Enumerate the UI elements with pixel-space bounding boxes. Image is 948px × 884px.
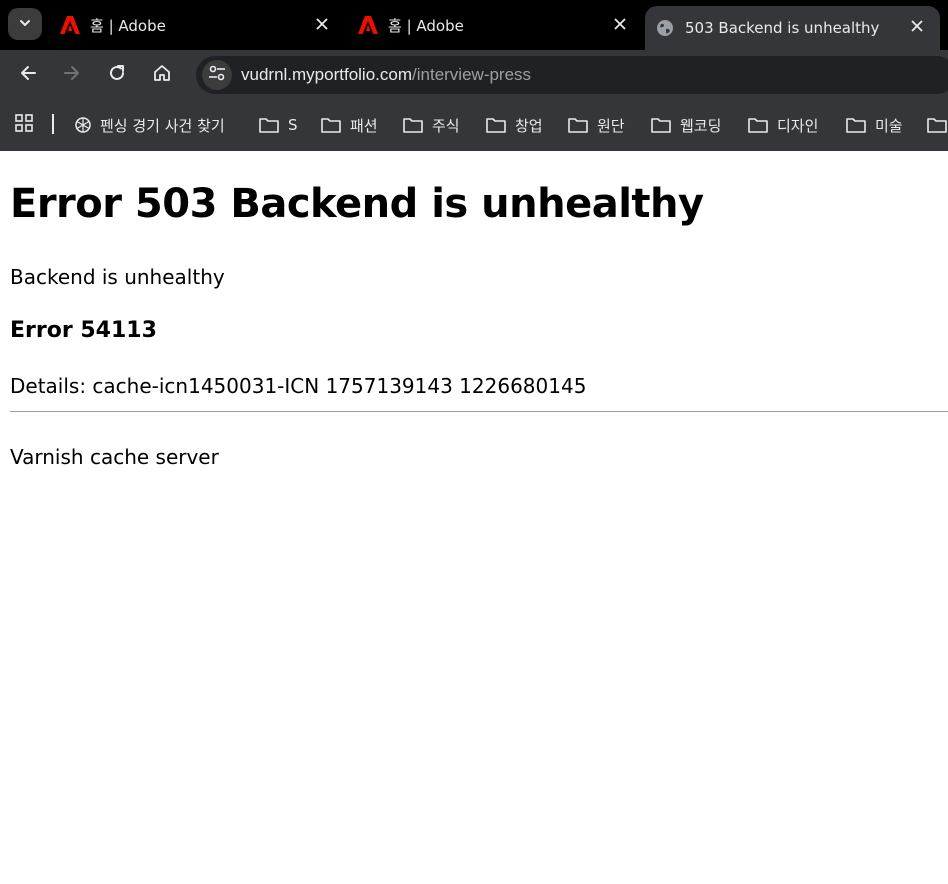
tab-adobe-2[interactable]: 홈 | Adobe: [348, 0, 643, 50]
folder-icon: [402, 116, 424, 134]
url-host: vudrnl.myportfolio.com: [241, 65, 413, 84]
error-details: Details: cache-icn1450031-ICN 1757139143…: [10, 374, 587, 398]
bookmark-folder[interactable]: 창업: [485, 113, 543, 137]
arrow-left-icon: [19, 64, 37, 86]
address-bar[interactable]: vudrnl.myportfolio.com/interview-press: [196, 56, 948, 94]
bookmarks-bar: 펜싱 경기 사건 찾기 S 패션 주식 창업 원단 웹코딩 디자인 미술: [0, 100, 948, 151]
bookmark-label: 원단: [597, 116, 625, 135]
bookmark-folder[interactable]: 패션: [320, 113, 378, 137]
url-text[interactable]: vudrnl.myportfolio.com/interview-press: [241, 65, 531, 85]
bookmark-folder[interactable]: 주식: [402, 113, 460, 137]
error-code: Error 54113: [10, 318, 157, 343]
folder-icon: [845, 116, 867, 134]
bookmark-label: 창업: [515, 116, 543, 135]
bookmark-label: 미술: [875, 116, 903, 135]
arrow-right-icon: [63, 64, 81, 86]
openai-icon: [74, 116, 92, 134]
bookmark-label: 패션: [350, 116, 378, 135]
bookmark-label: S: [288, 116, 298, 134]
home-button[interactable]: [146, 59, 178, 91]
toolbar: vudrnl.myportfolio.com/interview-press: [0, 50, 948, 100]
globe-icon: [655, 18, 675, 38]
tab-title: 홈 | Adobe: [90, 16, 166, 35]
reload-icon: [108, 64, 126, 86]
tab-active-503[interactable]: 503 Backend is unhealthy: [645, 6, 940, 50]
folder-icon: [320, 116, 342, 134]
tab-adobe-1[interactable]: 홈 | Adobe: [50, 0, 345, 50]
bookmark-folder[interactable]: 디자인: [747, 113, 818, 137]
error-message: Backend is unhealthy: [10, 265, 225, 289]
folder-icon: [567, 116, 589, 134]
bookmark-label: 디자인: [777, 116, 819, 135]
tune-icon: [208, 65, 226, 85]
adobe-logo-icon: [60, 15, 80, 35]
close-tab-icon[interactable]: [313, 15, 331, 33]
forward-button[interactable]: [56, 59, 88, 91]
server-footer: Varnish cache server: [10, 445, 219, 469]
folder-icon: [926, 116, 948, 134]
bookmark-folder[interactable]: 미술: [845, 113, 903, 137]
tab-strip: 홈 | Adobe 홈 | Adobe 503 Backend is unhea…: [0, 0, 948, 50]
browser-chrome: 홈 | Adobe 홈 | Adobe 503 Backend is unhea…: [0, 0, 948, 151]
back-button[interactable]: [12, 59, 44, 91]
bookmark-folder-overflow[interactable]: [926, 113, 948, 137]
bookmark-folder[interactable]: 원단: [567, 113, 625, 137]
bookmark-label: 웹코딩: [680, 116, 722, 135]
folder-icon: [258, 116, 280, 134]
folder-icon: [485, 116, 507, 134]
bookmark-folder[interactable]: S: [258, 113, 298, 137]
folder-icon: [747, 116, 769, 134]
folder-icon: [650, 116, 672, 134]
close-tab-icon[interactable]: [908, 17, 926, 35]
error-heading: Error 503 Backend is unhealthy: [10, 181, 704, 227]
chevron-down-icon: [18, 15, 32, 34]
reload-button[interactable]: [101, 59, 133, 91]
separator-rule: [10, 411, 948, 412]
apps-grid-icon: [14, 113, 34, 137]
tab-title: 홈 | Adobe: [388, 16, 464, 35]
tab-search-button[interactable]: [8, 8, 42, 40]
apps-button[interactable]: [14, 113, 34, 137]
bookmarks-divider: [52, 114, 54, 134]
adobe-logo-icon: [358, 15, 378, 35]
site-info-button[interactable]: [202, 60, 232, 90]
bookmark-label: 펜싱 경기 사건 찾기: [100, 116, 225, 135]
url-path: /interview-press: [412, 65, 532, 84]
tab-title: 503 Backend is unhealthy: [685, 19, 880, 37]
home-icon: [153, 64, 171, 86]
bookmark-label: 주식: [432, 116, 460, 135]
close-tab-icon[interactable]: [611, 15, 629, 33]
bookmark-item[interactable]: 펜싱 경기 사건 찾기: [74, 113, 225, 137]
bookmark-folder[interactable]: 웹코딩: [650, 113, 721, 137]
